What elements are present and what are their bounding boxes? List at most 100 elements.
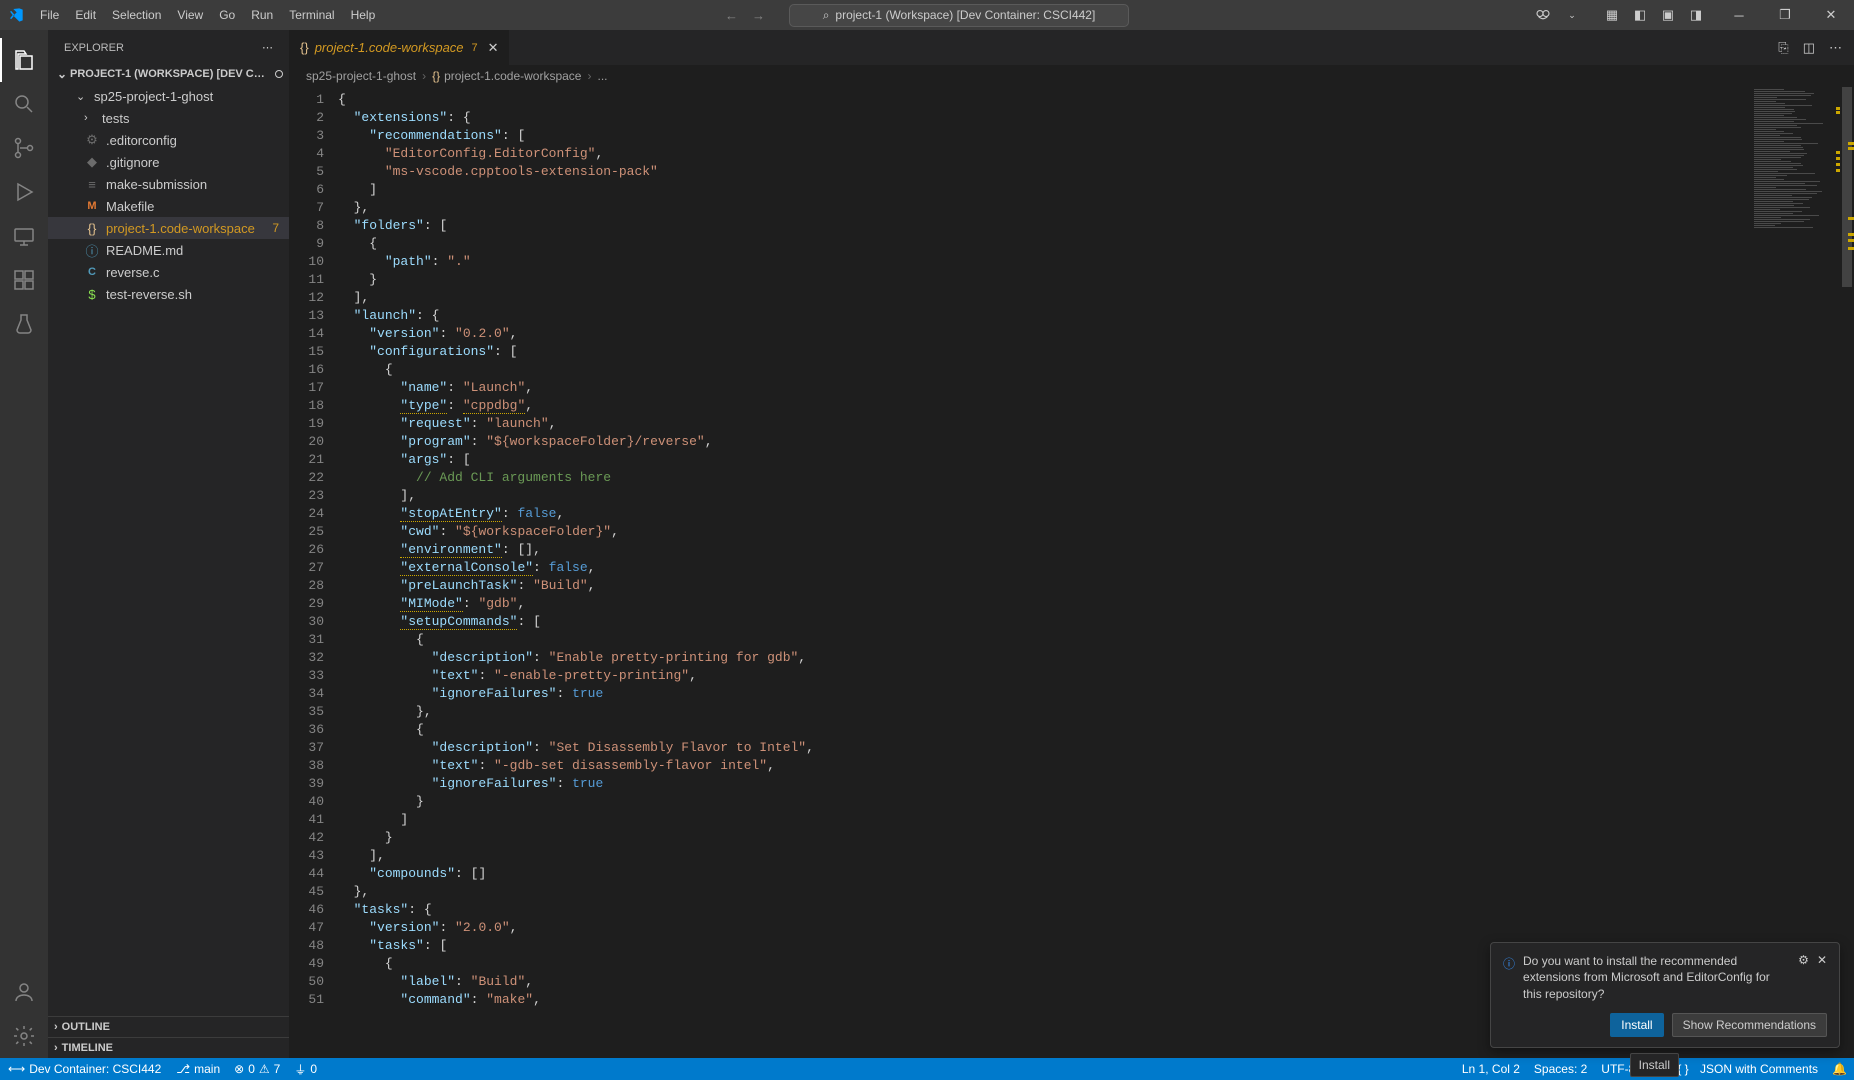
- timeline-section[interactable]: › TIMELINE: [48, 1037, 289, 1058]
- file-item[interactable]: ⓘREADME.md: [48, 239, 289, 261]
- remote-explorer-icon[interactable]: [0, 214, 48, 258]
- toggle-panel-icon[interactable]: ▣: [1660, 7, 1676, 23]
- close-icon[interactable]: ✕: [1808, 0, 1854, 30]
- sidebar-more-icon[interactable]: ⋯: [262, 41, 273, 54]
- toggle-sidebar-icon[interactable]: ◧: [1632, 7, 1648, 23]
- file-icon: ◆: [84, 154, 100, 170]
- file-item[interactable]: $test-reverse.sh: [48, 283, 289, 305]
- nav-arrows: ← →: [725, 8, 781, 23]
- scrollbar[interactable]: [1840, 87, 1854, 1058]
- layout-customize-icon[interactable]: ▦: [1604, 7, 1620, 23]
- show-recommendations-button[interactable]: Show Recommendations: [1672, 1013, 1827, 1037]
- info-icon: ⓘ: [1503, 955, 1515, 972]
- tab-badge: 7: [472, 42, 478, 54]
- menu-item-terminal[interactable]: Terminal: [281, 0, 342, 30]
- radio-icon: ⏚: [294, 1061, 306, 1078]
- cursor-position[interactable]: Ln 1, Col 2: [1455, 1058, 1527, 1080]
- titlebar: FileEditSelectionViewGoRunTerminalHelp ←…: [0, 0, 1854, 30]
- install-button[interactable]: Install: [1610, 1013, 1663, 1037]
- language-mode[interactable]: { } JSON with Comments: [1670, 1058, 1825, 1080]
- json-file-icon: {}: [300, 40, 309, 55]
- more-actions-icon[interactable]: ⋯: [1829, 40, 1842, 56]
- file-item[interactable]: Creverse.c: [48, 261, 289, 283]
- workspace-section-header[interactable]: ⌄ PROJECT-1 (WORKSPACE) [DEV CONTAIN...: [48, 65, 289, 83]
- window-title: project-1 (Workspace) [Dev Container: CS…: [835, 8, 1095, 22]
- file-badge: 7: [272, 221, 279, 235]
- file-label: .gitignore: [106, 155, 159, 170]
- file-label: make-submission: [106, 177, 207, 192]
- breadcrumb-item[interactable]: {} project-1.code-workspace: [432, 69, 581, 83]
- file-icon: ⚙: [84, 132, 100, 148]
- file-icon: C: [84, 266, 100, 278]
- nav-forward-icon[interactable]: →: [752, 8, 765, 23]
- branch-icon: ⎇: [176, 1062, 190, 1076]
- minimize-icon[interactable]: ─: [1716, 0, 1762, 30]
- file-icon: ⓘ: [84, 241, 100, 260]
- file-item[interactable]: ◆ .gitignore: [48, 151, 289, 173]
- testing-icon[interactable]: [0, 302, 48, 346]
- menu-item-help[interactable]: Help: [343, 0, 384, 30]
- menu-item-edit[interactable]: Edit: [67, 0, 104, 30]
- statusbar: ⟷ Dev Container: CSCI442 ⎇ main ⊗0 ⚠7 ⏚0…: [0, 1058, 1854, 1080]
- sidebar-title: EXPLORER: [64, 42, 124, 54]
- split-editor-icon[interactable]: ◫: [1803, 40, 1815, 56]
- file-item[interactable]: MMakefile: [48, 195, 289, 217]
- folder-item[interactable]: ›tests: [48, 107, 289, 129]
- toggle-secondary-sidebar-icon[interactable]: ◨: [1688, 7, 1704, 23]
- maximize-icon[interactable]: ❐: [1762, 0, 1808, 30]
- menu-item-view[interactable]: View: [169, 0, 211, 30]
- source-control-icon[interactable]: [0, 126, 48, 170]
- gear-icon[interactable]: ⚙: [1798, 953, 1809, 967]
- chevron-right-icon: ›: [54, 1021, 58, 1033]
- file-item[interactable]: ≡make-submission: [48, 173, 289, 195]
- file-label: project-1.code-workspace: [106, 221, 255, 236]
- copilot-icon[interactable]: ⌄: [1522, 6, 1592, 24]
- menu-item-selection[interactable]: Selection: [104, 0, 169, 30]
- run-debug-icon[interactable]: [0, 170, 48, 214]
- menu-bar: FileEditSelectionViewGoRunTerminalHelp: [32, 0, 383, 30]
- code-editor[interactable]: { "extensions": { "recommendations": [ "…: [338, 87, 1750, 1058]
- explorer-icon[interactable]: [0, 38, 48, 82]
- notifications-icon[interactable]: 🔔: [1825, 1058, 1854, 1080]
- breadcrumbs[interactable]: sp25-project-1-ghost›{} project-1.code-w…: [290, 65, 1854, 87]
- outline-section[interactable]: › OUTLINE: [48, 1016, 289, 1037]
- breadcrumb-item[interactable]: sp25-project-1-ghost: [306, 69, 416, 83]
- editor-tab[interactable]: {} project-1.code-workspace 7 ✕: [290, 30, 510, 65]
- remote-name: Dev Container: CSCI442: [29, 1062, 161, 1076]
- file-item[interactable]: {}project-1.code-workspace7: [48, 217, 289, 239]
- indent-indicator[interactable]: Spaces: 2: [1527, 1058, 1594, 1080]
- warning-icon: ⚠: [259, 1062, 270, 1076]
- minimap[interactable]: [1750, 87, 1840, 1058]
- modified-indicator-icon: [275, 70, 283, 78]
- folder-label: sp25-project-1-ghost: [94, 89, 213, 104]
- extensions-icon[interactable]: [0, 258, 48, 302]
- folder-root[interactable]: ⌄ sp25-project-1-ghost: [48, 85, 289, 107]
- file-label: .editorconfig: [106, 133, 177, 148]
- close-icon[interactable]: ✕: [1817, 953, 1827, 967]
- accounts-icon[interactable]: [0, 970, 48, 1014]
- file-item[interactable]: ⚙ .editorconfig: [48, 129, 289, 151]
- remote-indicator[interactable]: ⟷ Dev Container: CSCI442: [0, 1058, 169, 1080]
- problems-indicator[interactable]: ⊗0 ⚠7: [227, 1058, 287, 1080]
- compare-changes-icon[interactable]: ⎘: [1778, 40, 1788, 56]
- tab-label: project-1.code-workspace: [315, 40, 464, 55]
- file-label: tests: [102, 111, 129, 126]
- command-center[interactable]: ⌕ project-1 (Workspace) [Dev Container: …: [789, 4, 1129, 27]
- scrollbar-thumb[interactable]: [1842, 87, 1852, 287]
- notification-message: Do you want to install the recommended e…: [1523, 953, 1790, 1003]
- menu-item-go[interactable]: Go: [211, 0, 243, 30]
- timeline-label: TIMELINE: [62, 1042, 113, 1054]
- nav-back-icon[interactable]: ←: [725, 8, 738, 23]
- ports-indicator[interactable]: ⏚0: [287, 1058, 324, 1080]
- menu-item-file[interactable]: File: [32, 0, 67, 30]
- breadcrumb-item[interactable]: ...: [597, 69, 607, 83]
- settings-gear-icon[interactable]: [0, 1014, 48, 1058]
- search-icon[interactable]: [0, 82, 48, 126]
- line-numbers: 1234567891011121314151617181920212223242…: [290, 87, 338, 1058]
- error-icon: ⊗: [234, 1062, 244, 1076]
- git-branch[interactable]: ⎇ main: [169, 1058, 227, 1080]
- notification-toast: ⓘ Do you want to install the recommended…: [1490, 942, 1840, 1048]
- tab-close-icon[interactable]: ✕: [488, 40, 499, 56]
- vscode-icon: [8, 7, 24, 23]
- menu-item-run[interactable]: Run: [243, 0, 281, 30]
